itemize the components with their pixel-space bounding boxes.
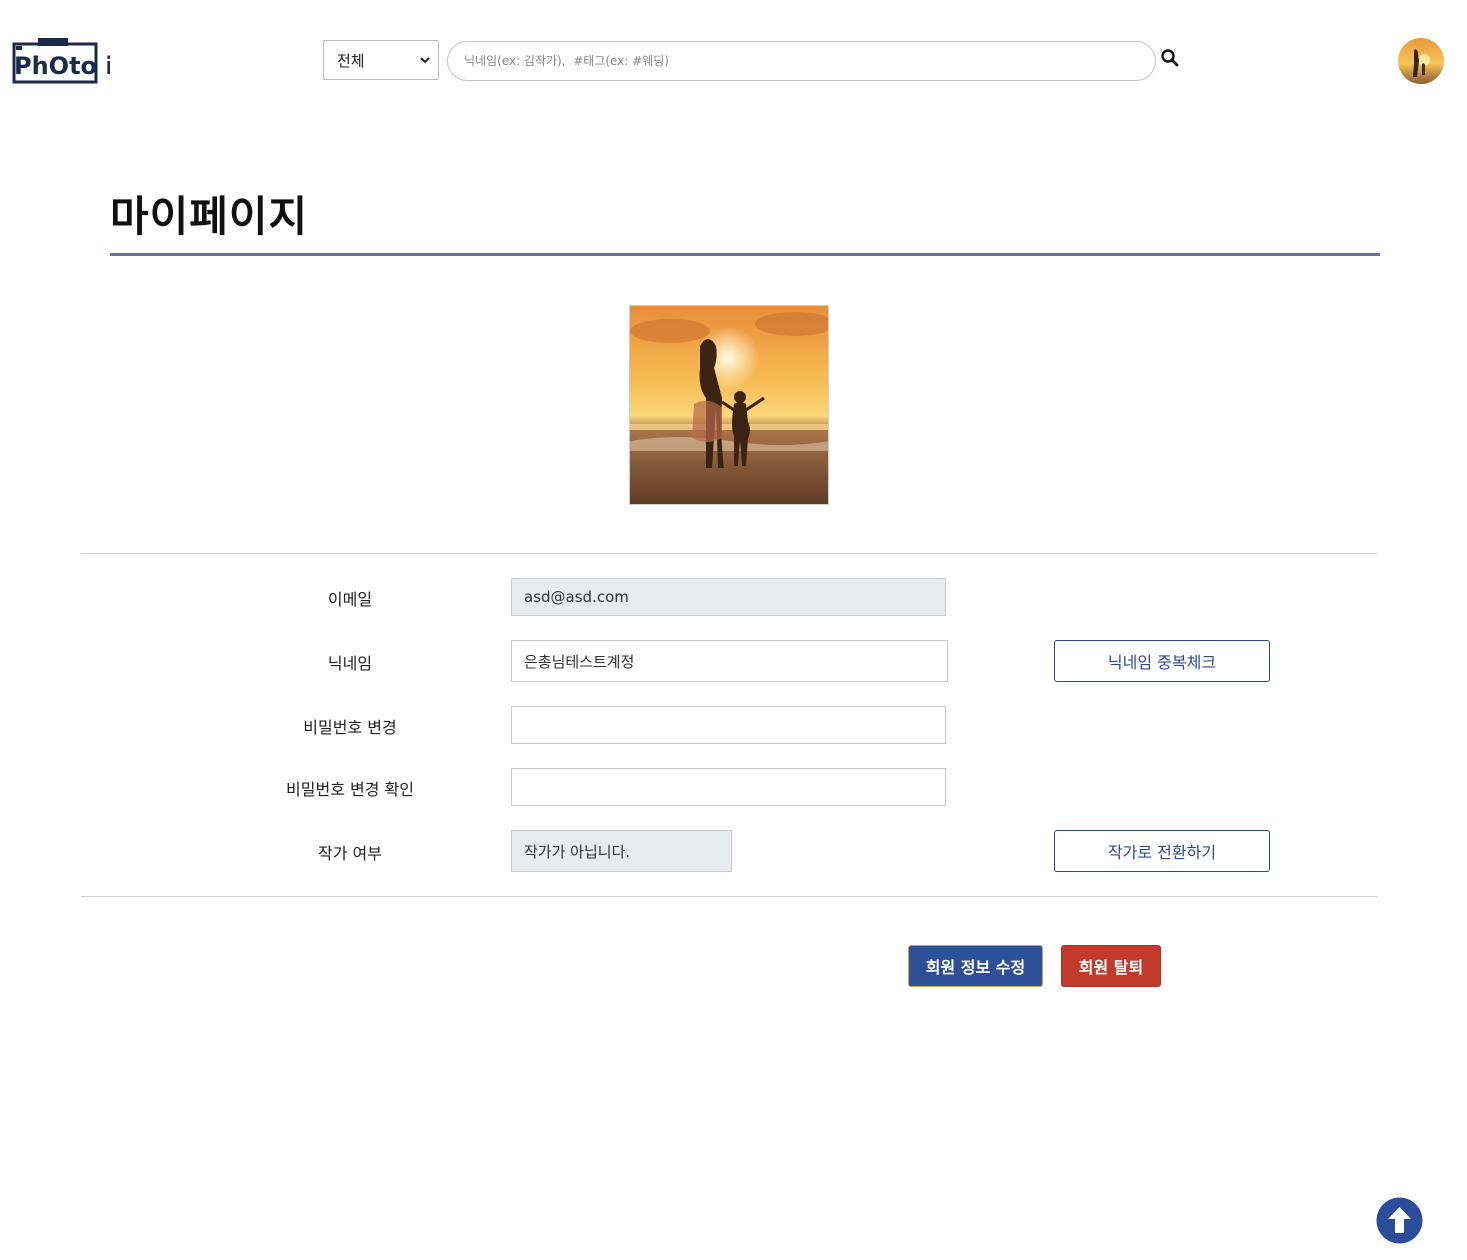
category-select[interactable]: 전체 (323, 40, 439, 80)
edit-profile-button[interactable]: 회원 정보 수정 (908, 945, 1043, 987)
email-label: 이메일 (327, 590, 373, 609)
user-avatar[interactable] (1398, 38, 1444, 84)
artist-status-label: 작가 여부 (318, 844, 382, 863)
artist-status-value: 작가가 아닙니다. (524, 842, 631, 861)
edit-profile-label: 회원 정보 수정 (925, 958, 1026, 977)
search-input[interactable] (447, 41, 1156, 81)
site-logo[interactable]: PhOto it (12, 36, 110, 84)
password-confirm-field[interactable] (511, 768, 946, 806)
email-value: asd@asd.com (524, 588, 629, 606)
page-title: 마이페이지 (110, 192, 309, 241)
form-divider-bottom (81, 896, 1377, 897)
convert-artist-button[interactable]: 작가로 전환하기 (1054, 830, 1270, 872)
convert-artist-label: 작가로 전환하기 (1107, 843, 1217, 862)
logo-text: PhOto it (14, 52, 110, 80)
nickname-field[interactable] (511, 640, 948, 682)
search-button[interactable] (1160, 48, 1180, 68)
camera-logo-icon: PhOto it (12, 38, 110, 84)
withdraw-button[interactable]: 회원 탈퇴 (1061, 945, 1161, 987)
search-icon (1161, 49, 1179, 67)
profile-image (630, 306, 828, 504)
avatar-image (1398, 38, 1444, 84)
password-label: 비밀번호 변경 (303, 718, 397, 737)
nickname-check-label: 닉네임 중복체크 (1107, 653, 1217, 672)
chevron-down-icon (420, 57, 430, 64)
password-confirm-label: 비밀번호 변경 확인 (286, 780, 414, 799)
category-select-value: 전체 (337, 51, 365, 70)
title-divider (110, 253, 1380, 256)
password-field[interactable] (511, 706, 946, 744)
arrow-up-circle-icon (1376, 1197, 1423, 1244)
artist-status-field: 작가가 아닙니다. (511, 830, 732, 872)
nickname-label: 닉네임 (327, 654, 373, 673)
email-field: asd@asd.com (511, 578, 946, 616)
withdraw-label: 회원 탈퇴 (1078, 958, 1144, 977)
form-divider-top (81, 553, 1377, 554)
nickname-check-button[interactable]: 닉네임 중복체크 (1054, 640, 1270, 682)
scroll-top-button[interactable] (1376, 1197, 1423, 1244)
profile-photo[interactable] (629, 305, 829, 505)
